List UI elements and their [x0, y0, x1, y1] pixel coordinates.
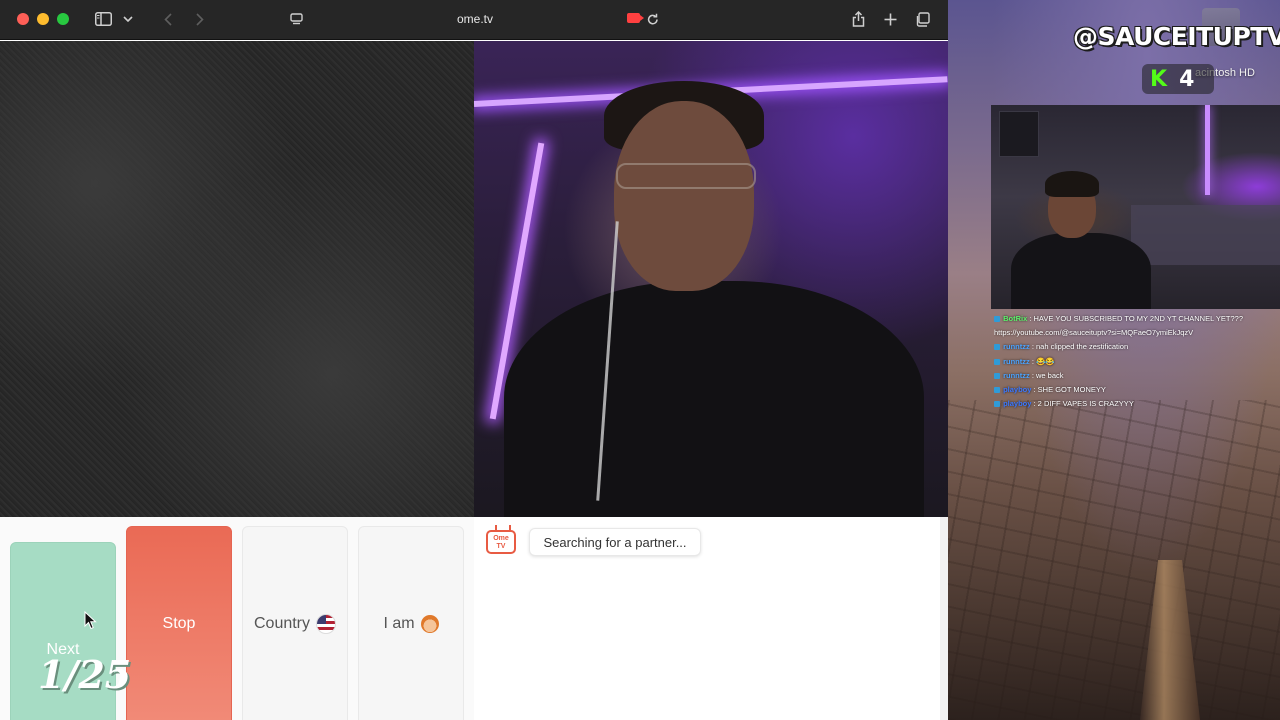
chat-text: : 😂😂 [1031, 356, 1055, 366]
new-tab-icon[interactable] [881, 8, 899, 30]
searching-status: Searching for a partner... [529, 528, 701, 556]
chat-badge-icon [994, 387, 1000, 394]
logo-text-ome: Ome [493, 535, 509, 542]
chat-text: : we back [1031, 370, 1064, 380]
zoom-window-button[interactable] [57, 13, 69, 25]
chat-badge-icon [994, 358, 1000, 365]
chat-text: https://youtube.com/@sauceituptv?si=MQFa… [994, 328, 1194, 338]
kick-logo-icon: K [1150, 66, 1168, 92]
close-window-button[interactable] [17, 13, 29, 25]
chevron-down-icon[interactable] [121, 8, 135, 30]
gender-button[interactable]: I am [358, 526, 464, 720]
browser-window: ome.tv Stop Country I am Next 1/25 Ome T… [0, 0, 948, 720]
chat-username: playboy [1001, 385, 1034, 395]
chat-text: : 2 DIFF VAPES IS CRAZYYY [1033, 399, 1134, 409]
chat-badge-icon [994, 401, 1000, 408]
site-settings-icon[interactable] [288, 8, 304, 30]
viewer-count: 4 [1179, 66, 1195, 92]
share-icon[interactable] [849, 8, 867, 30]
country-button-label: Country [253, 615, 311, 632]
chat-message: BotRix : HAVE YOU SUBSCRIBED TO MY 2ND Y… [994, 312, 1280, 326]
chat-badge-icon [994, 344, 1000, 351]
chat-badge-icon [994, 372, 1000, 379]
logo-text-tv: TV [496, 543, 506, 550]
webcam-led-strip [1205, 105, 1210, 195]
webcam-bed [1131, 205, 1280, 265]
forward-arrow-icon[interactable] [192, 8, 208, 30]
back-arrow-icon[interactable] [160, 8, 176, 30]
mouse-cursor-icon [84, 611, 97, 630]
self-face [614, 101, 754, 291]
webcam-person-hair [1045, 171, 1099, 197]
reload-icon[interactable] [645, 8, 661, 30]
tab-overview-icon[interactable] [913, 8, 931, 30]
partner-video [0, 41, 474, 517]
camera-recording-icon[interactable] [627, 13, 644, 23]
kick-viewer-badge: K 4 [1142, 64, 1214, 94]
self-body [504, 281, 924, 517]
chat-text: : nah clipped the zestification [1031, 342, 1129, 352]
address-bar[interactable]: ome.tv [445, 12, 505, 26]
streamer-handle: @SAUCEITUPTV [1073, 22, 1280, 51]
stop-button[interactable]: Stop [126, 526, 232, 720]
self-video [474, 41, 948, 517]
chat-message: runntzz : we back [994, 369, 1280, 383]
chat-message: playboy : SHE GOT MONEYY [994, 383, 1280, 397]
chat-username: playboy [1001, 399, 1034, 409]
chat-message: https://youtube.com/@sauceituptv?si=MQFa… [994, 326, 1280, 340]
webcam-person-body [1011, 233, 1151, 309]
streamer-webcam [991, 105, 1280, 309]
boy-avatar-icon [420, 615, 439, 633]
webcam-shelf [999, 111, 1039, 157]
chat-badge-icon [994, 316, 1000, 323]
chat-message: playboy : 2 DIFF VAPES IS CRAZYYY [994, 397, 1280, 411]
chat-username: runntzz [1001, 356, 1032, 366]
chat-message: runntzz : 😂😂 [994, 355, 1280, 369]
chat-username: BotRix [1001, 314, 1030, 323]
chat-text: : HAVE YOU SUBSCRIBED TO MY 2ND YT CHANN… [1029, 314, 1244, 323]
minimize-window-button[interactable] [37, 13, 49, 25]
stream-chat: BotRix : HAVE YOU SUBSCRIBED TO MY 2ND Y… [994, 312, 1280, 411]
chat-username: runntzz [1001, 342, 1032, 352]
us-flag-icon [316, 614, 337, 634]
window-edge [940, 517, 948, 720]
chat-username: runntzz [1001, 370, 1032, 380]
wallpaper-city [948, 400, 1280, 720]
gender-button-label: I am [383, 615, 415, 632]
sidebar-toggle-icon[interactable] [93, 8, 113, 30]
stop-button-label: Stop [162, 615, 196, 632]
browser-titlebar: ome.tv [0, 0, 948, 40]
chat-text: : SHE GOT MONEYY [1033, 385, 1106, 395]
chat-message: runntzz : nah clipped the zestification [994, 340, 1280, 354]
clip-counter: 1/25 [38, 652, 132, 697]
ometv-logo-icon: Ome TV [486, 530, 516, 554]
country-button[interactable]: Country [242, 526, 348, 720]
self-glasses [616, 163, 756, 189]
